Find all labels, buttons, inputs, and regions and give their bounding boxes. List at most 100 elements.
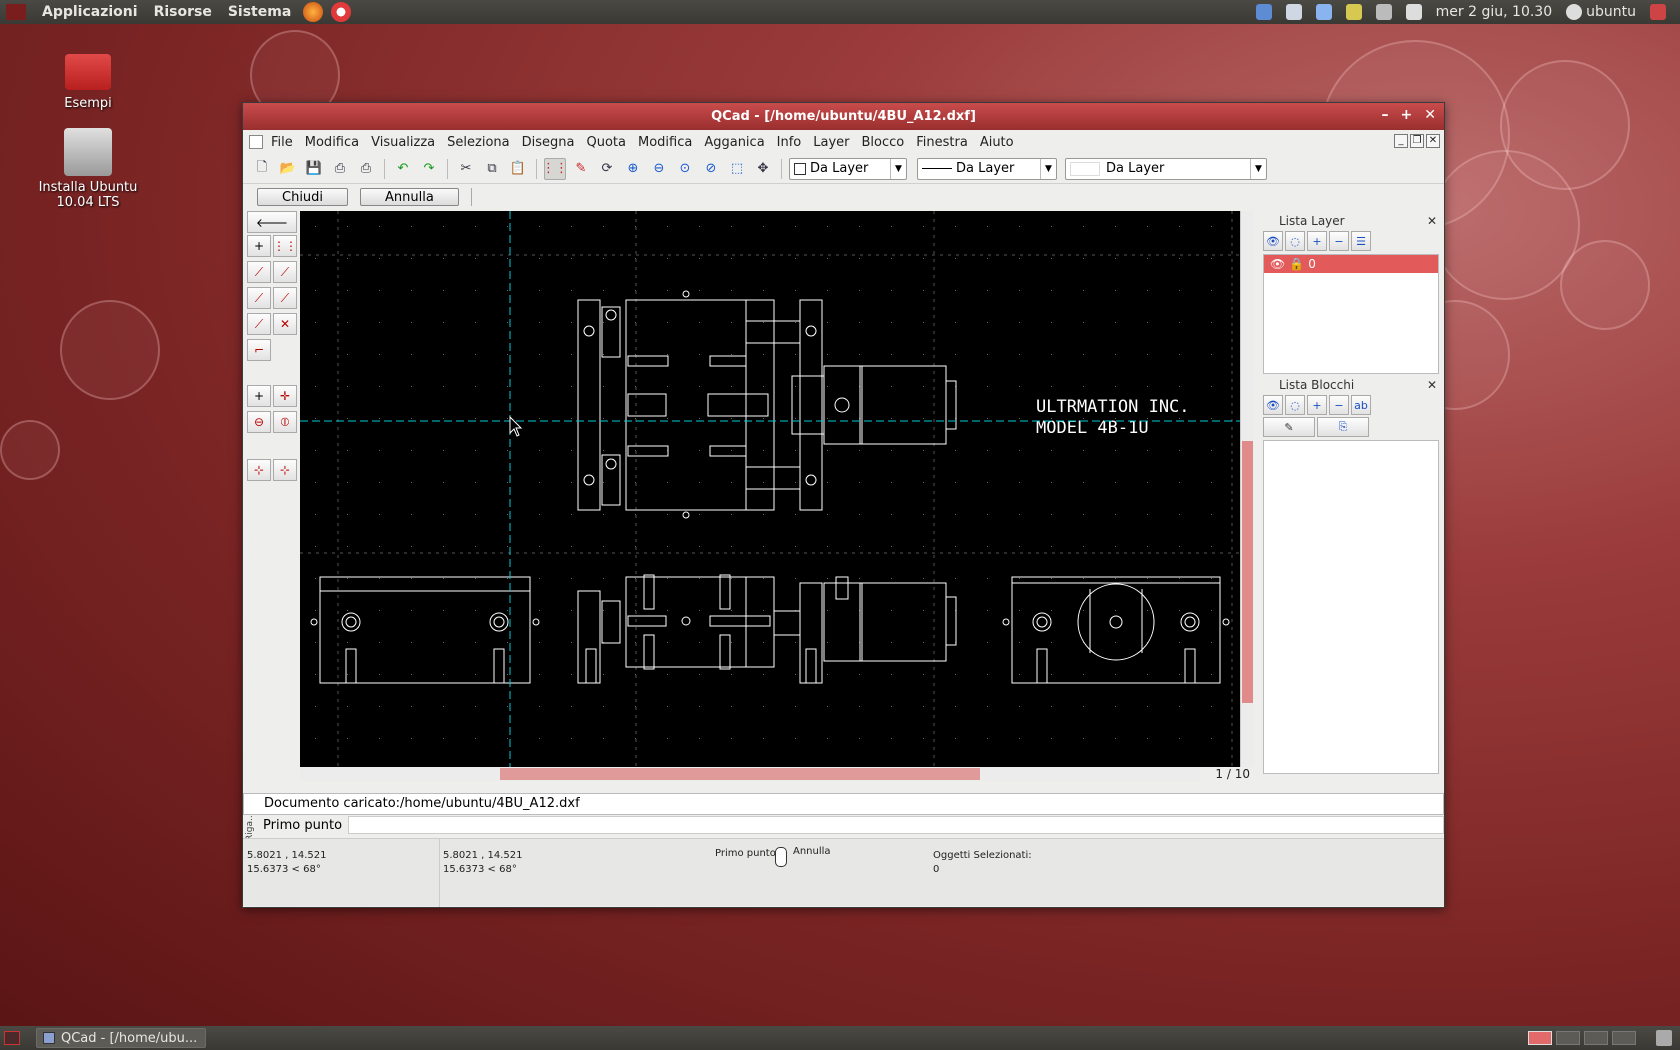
zoom-window-icon[interactable]: ⬚ bbox=[726, 158, 748, 180]
menu-visualizza[interactable]: Visualizza bbox=[365, 135, 441, 150]
restrict-horizontal-icon[interactable]: ⊖ bbox=[247, 411, 271, 433]
open-file-icon[interactable]: 📂 bbox=[277, 158, 299, 180]
redo-icon[interactable]: ↷ bbox=[418, 158, 440, 180]
network-signal-icon[interactable] bbox=[1285, 4, 1302, 20]
help-icon[interactable] bbox=[331, 2, 352, 22]
hide-all-icon[interactable]: ◌ bbox=[1285, 395, 1305, 415]
mdi-restore-icon[interactable]: ❐ bbox=[1410, 134, 1424, 148]
drawing-canvas[interactable]: ULTRMATION INC. MODEL 4B-1U bbox=[300, 211, 1240, 767]
minimize-icon[interactable]: – bbox=[1382, 107, 1389, 123]
snap-middle-icon[interactable]: ⟋ bbox=[273, 287, 297, 309]
battery-icon[interactable] bbox=[1345, 4, 1362, 20]
restrict-orthogonal-icon[interactable]: ✛ bbox=[273, 385, 297, 407]
volume-icon[interactable] bbox=[1375, 4, 1392, 20]
vertical-scroll-thumb[interactable] bbox=[1242, 441, 1253, 703]
zoom-out-icon[interactable]: ⊖ bbox=[648, 158, 670, 180]
menu-sistema[interactable]: Sistema bbox=[222, 4, 297, 20]
desktop-icon-esempi[interactable]: Esempi bbox=[60, 54, 116, 111]
workspace-2[interactable] bbox=[1556, 1031, 1580, 1045]
menu-risorse[interactable]: Risorse bbox=[148, 4, 218, 20]
workspace-3[interactable] bbox=[1584, 1031, 1608, 1045]
window-titlebar[interactable]: QCad - [/home/ubuntu/4BU_A12.dxf] – + ✕ bbox=[243, 103, 1444, 130]
menu-modifica-2[interactable]: Modifica bbox=[632, 135, 698, 150]
edit-layer-icon[interactable]: ☰ bbox=[1351, 231, 1371, 251]
snap-intersection-icon[interactable]: ✕ bbox=[273, 313, 297, 335]
menu-info[interactable]: Info bbox=[771, 135, 808, 150]
close-icon[interactable]: ✕ bbox=[1427, 211, 1437, 231]
zoom-in-icon[interactable]: ⊕ bbox=[622, 158, 644, 180]
horizontal-scroll-thumb[interactable] bbox=[500, 768, 980, 780]
snap-distance-icon[interactable]: ⟋ bbox=[247, 313, 271, 335]
print-icon[interactable]: ⎙ bbox=[329, 158, 351, 180]
pan-icon[interactable]: ✥ bbox=[752, 158, 774, 180]
menu-quota[interactable]: Quota bbox=[580, 135, 632, 150]
menu-layer[interactable]: Layer bbox=[807, 135, 855, 150]
eye-icon[interactable]: 👁 bbox=[1270, 257, 1285, 271]
horizontal-scrollbar[interactable] bbox=[300, 767, 1200, 781]
show-desktop-icon[interactable] bbox=[4, 1031, 20, 1045]
menu-file[interactable]: File bbox=[265, 135, 299, 150]
hide-all-icon[interactable]: ◌ bbox=[1285, 231, 1305, 251]
workspace-switcher[interactable] bbox=[1528, 1031, 1552, 1045]
menu-finestra[interactable]: Finestra bbox=[910, 135, 974, 150]
paste-icon[interactable]: 📋 bbox=[507, 158, 529, 180]
print-preview-icon[interactable]: ⎙ bbox=[355, 158, 377, 180]
lock-icon[interactable]: 🔒 bbox=[1289, 257, 1304, 271]
taskbar-item-qcad[interactable]: QCad - [/home/ubu... bbox=[36, 1028, 206, 1048]
insert-block-icon[interactable]: ⎘ bbox=[1317, 417, 1369, 437]
close-icon[interactable]: ✕ bbox=[1427, 375, 1437, 395]
snap-center-icon[interactable]: ⟋ bbox=[247, 287, 271, 309]
draft-icon[interactable]: ✎ bbox=[570, 158, 592, 180]
snap-grid-icon[interactable]: ⋮⋮ bbox=[273, 235, 297, 257]
desktop-icon-install[interactable]: Installa Ubuntu 10.04 LTS bbox=[18, 128, 158, 210]
mdi-minimize-icon[interactable]: _ bbox=[1394, 134, 1408, 148]
ubuntu-logo-icon[interactable] bbox=[6, 4, 26, 20]
layer-row[interactable]: 👁 🔒 0 bbox=[1264, 255, 1438, 273]
snap-entity-icon[interactable]: ⟋ bbox=[273, 261, 297, 283]
undo-icon[interactable]: ↶ bbox=[392, 158, 414, 180]
updates-icon[interactable] bbox=[1255, 4, 1272, 20]
cut-icon[interactable]: ✂ bbox=[455, 158, 477, 180]
vertical-scrollbar[interactable] bbox=[1240, 211, 1254, 767]
line-width-combo[interactable]: Da Layer ▼ bbox=[917, 157, 1057, 180]
command-input[interactable] bbox=[348, 816, 1444, 834]
save-icon[interactable]: 💾 bbox=[303, 158, 325, 180]
menu-applicazioni[interactable]: Applicazioni bbox=[36, 4, 144, 20]
menu-blocco[interactable]: Blocco bbox=[856, 135, 911, 150]
mdi-close-icon[interactable]: ✕ bbox=[1426, 134, 1440, 148]
show-all-icon[interactable]: 👁 bbox=[1263, 395, 1283, 415]
new-file-icon[interactable]: 🗋 bbox=[251, 158, 273, 180]
redraw-icon[interactable]: ⟳ bbox=[596, 158, 618, 180]
copy-icon[interactable]: ⧉ bbox=[481, 158, 503, 180]
zoom-auto-icon[interactable]: ⊙ bbox=[674, 158, 696, 180]
mail-icon[interactable] bbox=[1405, 4, 1422, 20]
menu-aiuto[interactable]: Aiuto bbox=[974, 135, 1020, 150]
workspace-4[interactable] bbox=[1612, 1031, 1636, 1045]
maximize-icon[interactable]: + bbox=[1401, 107, 1413, 123]
user-menu[interactable]: ubuntu bbox=[1566, 4, 1636, 20]
add-block-icon[interactable]: + bbox=[1307, 395, 1327, 415]
lock-relative-zero-icon[interactable]: ⊹ bbox=[273, 459, 297, 481]
menu-modifica[interactable]: Modifica bbox=[299, 135, 365, 150]
add-layer-icon[interactable]: + bbox=[1307, 231, 1327, 251]
close-button[interactable]: Chiudi bbox=[257, 188, 349, 206]
firefox-icon[interactable] bbox=[303, 2, 324, 22]
clock[interactable]: mer 2 giu, 10.30 bbox=[1436, 4, 1552, 20]
line-type-combo[interactable]: Da Layer ▼ bbox=[1065, 157, 1267, 180]
restrict-nothing-icon[interactable]: + bbox=[247, 385, 271, 407]
snap-endpoint-icon[interactable]: ⟋ bbox=[247, 261, 271, 283]
show-all-icon[interactable]: 👁 bbox=[1263, 231, 1283, 251]
menu-agganica[interactable]: Agganica bbox=[698, 135, 770, 150]
menu-seleziona[interactable]: Seleziona bbox=[441, 135, 515, 150]
grid-icon[interactable]: ⋮⋮ bbox=[542, 157, 568, 180]
menu-disegna[interactable]: Disegna bbox=[516, 135, 581, 150]
zoom-previous-icon[interactable]: ⊘ bbox=[700, 158, 722, 180]
bluetooth-icon[interactable] bbox=[1315, 4, 1332, 20]
rename-block-icon[interactable]: ab bbox=[1351, 395, 1371, 415]
restrict-vertical-icon[interactable]: ⦶ bbox=[273, 411, 297, 433]
remove-block-icon[interactable]: − bbox=[1329, 395, 1349, 415]
session-icon[interactable] bbox=[1650, 4, 1666, 20]
edit-block-icon[interactable]: ✎ bbox=[1263, 417, 1315, 437]
color-combo[interactable]: Da Layer ▼ bbox=[789, 157, 907, 180]
snap-intersection-manual-icon[interactable]: ⌐ bbox=[247, 339, 271, 361]
